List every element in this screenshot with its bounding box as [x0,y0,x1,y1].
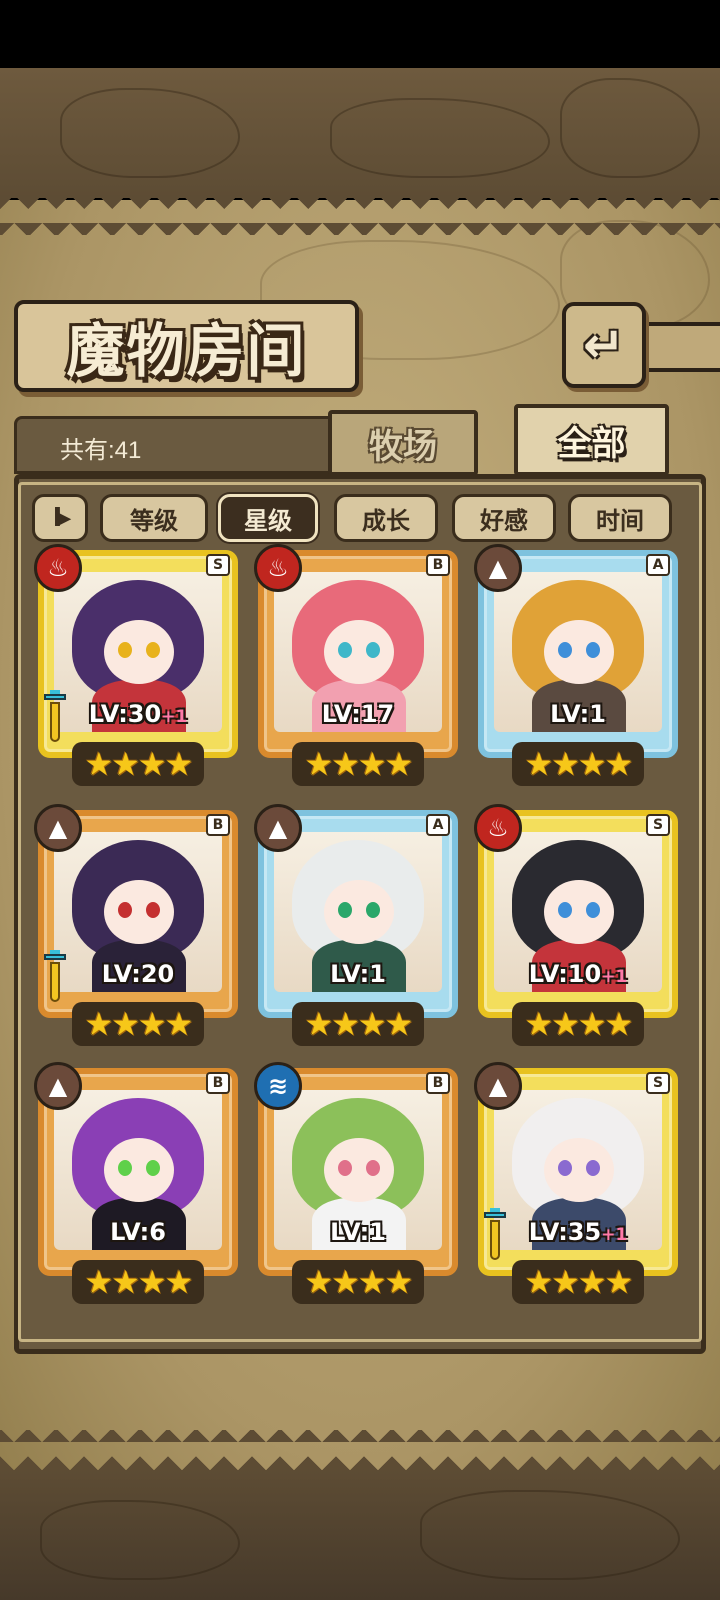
tab-ranch[interactable]: 牧场 [328,410,478,476]
earth-element-icon: ▲ [254,804,302,852]
filter-time-label: 时间 [596,506,644,535]
page-title: 魔物房间 [66,317,307,385]
torn-edge-bottom [0,1430,720,1470]
monster-card[interactable]: ♨ B LV:17 ★★★★ [254,544,458,786]
monster-level: LV:10+1 [478,960,678,988]
filter-star-button[interactable]: 星级 [218,494,318,542]
filter-growth-button[interactable]: 成长 [334,494,438,542]
filter-growth-label: 成长 [362,506,410,535]
rank-badge: S [646,1072,670,1094]
map-background-top [0,68,720,198]
filter-level-label: 等级 [130,506,178,535]
monster-card[interactable]: ▲ A LV:1 ★★★★ [474,544,678,786]
back-button[interactable]: ↵ [562,302,646,388]
star-icons: ★★★★ [304,1005,414,1043]
level-text: LV:30 [88,700,162,728]
star-rating: ★★★★ [292,1260,424,1304]
rank-badge: S [646,814,670,836]
filter-affection-label: 好感 [480,506,528,535]
level-bonus: +1 [161,707,188,727]
monster-card[interactable]: ▲ B LV:20 ★★★★ [34,804,238,1046]
star-rating: ★★★★ [512,742,644,786]
monster-level: LV:17 [258,700,458,728]
star-icons: ★★★★ [304,745,414,783]
star-rating: ★★★★ [72,742,204,786]
earth-element-icon: ▲ [474,1062,522,1110]
star-icons: ★★★★ [524,1005,634,1043]
fire-element-icon: ♨ [474,804,522,852]
level-text: LV:35 [528,1218,602,1246]
torn-edge-top [0,195,720,235]
monster-level: LV:1 [258,960,458,988]
sort-order-icon: I▸ [52,503,72,533]
star-rating: ★★★★ [512,1002,644,1046]
level-bonus: +1 [601,1225,628,1245]
back-button-extension [640,322,720,372]
monster-card[interactable]: ♨ S LV:10+1 ★★★★ [474,804,678,1046]
level-bonus: +1 [601,967,628,987]
monster-level: LV:1 [258,1218,458,1246]
level-text: LV:1 [550,700,606,728]
tab-all[interactable]: 全部 [514,404,669,476]
monster-level: LV:1 [478,700,678,728]
fire-element-icon: ♨ [254,544,302,592]
level-text: LV:6 [110,1218,166,1246]
monster-level: LV:20 [38,960,238,988]
monster-card[interactable]: ▲ A LV:1 ★★★★ [254,804,458,1046]
filter-star-label: 星级 [244,506,292,535]
level-text: LV:10 [528,960,602,988]
map-background-bottom [0,1470,720,1600]
star-icons: ★★★★ [524,1263,634,1301]
star-icons: ★★★★ [84,1005,194,1043]
earth-element-icon: ▲ [34,1062,82,1110]
back-arrow-icon: ↵ [583,316,625,374]
level-text: LV:1 [330,960,386,988]
earth-element-icon: ▲ [34,804,82,852]
status-bar [0,0,720,68]
monster-card[interactable]: ≋ B LV:1 ★★★★ [254,1062,458,1304]
monster-level: LV:30+1 [38,700,238,728]
level-text: LV:17 [321,700,395,728]
star-icons: ★★★★ [84,1263,194,1301]
rank-badge: B [426,1072,450,1094]
monster-card[interactable]: ▲ B LV:6 ★★★★ [34,1062,238,1304]
water-element-icon: ≋ [254,1062,302,1110]
rank-badge: A [646,554,670,576]
monster-level: LV:35+1 [478,1218,678,1246]
earth-element-icon: ▲ [474,544,522,592]
star-icons: ★★★★ [524,745,634,783]
sort-order-button[interactable]: I▸ [32,494,88,542]
rank-badge: A [426,814,450,836]
monster-level: LV:6 [38,1218,238,1246]
monster-card[interactable]: ▲ S LV:35+1 ★★★★ [474,1062,678,1304]
rank-badge: B [206,1072,230,1094]
star-rating: ★★★★ [292,1002,424,1046]
filter-time-button[interactable]: 时间 [568,494,672,542]
fire-element-icon: ♨ [34,544,82,592]
rank-badge: S [206,554,230,576]
star-rating: ★★★★ [292,742,424,786]
star-rating: ★★★★ [512,1260,644,1304]
star-rating: ★★★★ [72,1002,204,1046]
page-title-plate: 魔物房间 [14,300,359,392]
rank-badge: B [206,814,230,836]
level-text: LV:20 [101,960,175,988]
rank-badge: B [426,554,450,576]
star-icons: ★★★★ [84,745,194,783]
star-rating: ★★★★ [72,1260,204,1304]
star-icons: ★★★★ [304,1263,414,1301]
tab-ranch-label: 牧场 [369,426,437,467]
filter-affection-button[interactable]: 好感 [452,494,556,542]
filter-level-button[interactable]: 等级 [100,494,208,542]
tab-all-label: 全部 [557,423,626,464]
level-text: LV:1 [330,1218,386,1246]
monster-count: 共有:41 [60,437,142,464]
monster-card[interactable]: ♨ S LV:30+1 ★★★★ [34,544,238,786]
